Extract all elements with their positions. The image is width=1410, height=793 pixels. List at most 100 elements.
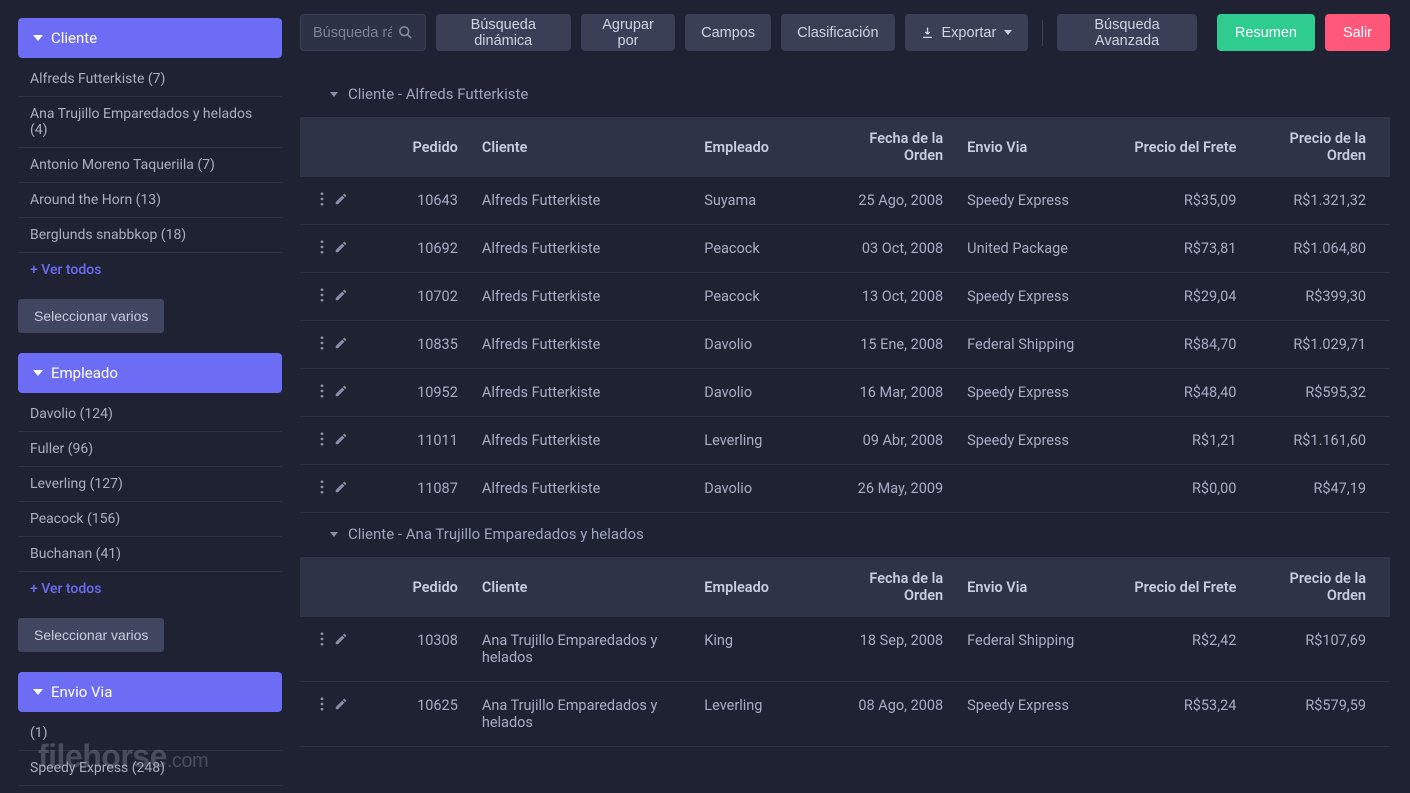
edit-icon[interactable] [334, 288, 348, 302]
group-label: Cliente - Ana Trujillo Emparedados y hel… [348, 525, 644, 543]
download-icon [921, 26, 934, 39]
col-fecha[interactable]: Fecha de la Orden [824, 557, 955, 617]
cell-frete: R$29,04 [1117, 273, 1248, 321]
col-cliente[interactable]: Cliente [470, 117, 692, 177]
table-row[interactable]: 10835 Alfreds Futterkiste Davolio 15 Ene… [300, 321, 1390, 369]
cell-orden: R$399,30 [1248, 273, 1390, 321]
filter-item[interactable]: Leverling (127) [18, 467, 282, 502]
group-by-button[interactable]: Agrupar por [581, 14, 675, 51]
main-content: Búsqueda dinámica Agrupar por Campos Cla… [300, 0, 1410, 793]
row-menu-icon[interactable] [320, 632, 324, 646]
filter-item[interactable]: Around the Horn (13) [18, 183, 282, 218]
col-empleado[interactable]: Empleado [692, 117, 823, 177]
exit-button[interactable]: Salir [1325, 14, 1390, 51]
table-row[interactable]: 10952 Alfreds Futterkiste Davolio 16 Mar… [300, 369, 1390, 417]
edit-icon[interactable] [334, 432, 348, 446]
dynamic-search-button[interactable]: Búsqueda dinámica [436, 14, 571, 51]
col-orden[interactable]: Precio de la Orden [1248, 557, 1390, 617]
col-cliente[interactable]: Cliente [470, 557, 692, 617]
export-label: Exportar [942, 25, 997, 41]
cell-empleado: Peacock [692, 273, 823, 321]
search-input[interactable] [313, 25, 392, 41]
row-menu-icon[interactable] [320, 240, 324, 254]
panel-title: Empleado [51, 364, 118, 382]
view-all-link[interactable]: + Ver todos [18, 253, 282, 287]
filter-item[interactable]: Buchanan (41) [18, 537, 282, 572]
filter-item[interactable]: Speedy Express (248) [18, 751, 282, 786]
col-empleado[interactable]: Empleado [692, 557, 823, 617]
table-row[interactable]: 11087 Alfreds Futterkiste Davolio 26 May… [300, 465, 1390, 513]
edit-icon[interactable] [334, 632, 348, 646]
cell-envio: Federal Shipping [955, 321, 1117, 369]
classification-button[interactable]: Clasificación [781, 14, 894, 51]
row-menu-icon[interactable] [320, 288, 324, 302]
row-menu-icon[interactable] [320, 336, 324, 350]
row-menu-icon[interactable] [320, 384, 324, 398]
edit-icon[interactable] [334, 697, 348, 711]
row-menu-icon[interactable] [320, 697, 324, 711]
col-orden[interactable]: Precio de la Orden [1248, 117, 1390, 177]
col-fecha[interactable]: Fecha de la Orden [824, 117, 955, 177]
filter-item[interactable]: Antonio Moreno Taqueriila (7) [18, 148, 282, 183]
col-pedido[interactable]: Pedido [369, 117, 470, 177]
filter-panel: Envio Via (1)Speedy Express (248)United … [18, 672, 282, 793]
edit-icon[interactable] [334, 336, 348, 350]
chevron-down-icon [330, 92, 338, 97]
toolbar: Búsqueda dinámica Agrupar por Campos Cla… [300, 14, 1390, 51]
cell-envio: Speedy Express [955, 273, 1117, 321]
col-envio[interactable]: Envio Via [955, 117, 1117, 177]
export-button[interactable]: Exportar [905, 14, 1029, 51]
fields-button[interactable]: Campos [685, 14, 771, 51]
filter-item[interactable]: Fuller (96) [18, 432, 282, 467]
edit-icon[interactable] [334, 480, 348, 494]
cell-envio: Speedy Express [955, 177, 1117, 225]
panel-header[interactable]: Cliente [18, 18, 282, 58]
edit-icon[interactable] [334, 384, 348, 398]
filter-item[interactable]: Berglunds snabbkop (18) [18, 218, 282, 253]
col-frete[interactable]: Precio del Frete [1117, 117, 1248, 177]
quick-search[interactable] [300, 14, 426, 51]
panel-header[interactable]: Empleado [18, 353, 282, 393]
cell-fecha: 25 Ago, 2008 [824, 177, 955, 225]
cell-envio: United Package [955, 225, 1117, 273]
filter-item[interactable]: Peacock (156) [18, 502, 282, 537]
cell-orden: R$1.321,32 [1248, 177, 1390, 225]
cell-frete: R$2,42 [1117, 617, 1248, 682]
view-all-link[interactable]: + Ver todos [18, 572, 282, 606]
cell-empleado: Suyama [692, 177, 823, 225]
col-envio[interactable]: Envio Via [955, 557, 1117, 617]
table-row[interactable]: 10308 Ana Trujillo Emparedados y helados… [300, 617, 1390, 682]
panel-header[interactable]: Envio Via [18, 672, 282, 712]
filter-item[interactable]: (1) [18, 716, 282, 751]
filter-panel: Empleado Davolio (124)Fuller (96)Leverlin… [18, 353, 282, 652]
edit-icon[interactable] [334, 240, 348, 254]
table-row[interactable]: 10625 Ana Trujillo Emparedados y helados… [300, 682, 1390, 747]
edit-icon[interactable] [334, 192, 348, 206]
col-pedido[interactable]: Pedido [369, 557, 470, 617]
cell-empleado: Davolio [692, 465, 823, 513]
filter-item[interactable]: United Package (326) [18, 786, 282, 793]
cell-envio: Speedy Express [955, 369, 1117, 417]
filter-item[interactable]: Alfreds Futterkiste (7) [18, 62, 282, 97]
summary-button[interactable]: Resumen [1217, 14, 1315, 51]
table-row[interactable]: 10643 Alfreds Futterkiste Suyama 25 Ago,… [300, 177, 1390, 225]
select-multiple-button[interactable]: Seleccionar varios [18, 299, 164, 333]
table-row[interactable]: 11011 Alfreds Futterkiste Leverling 09 A… [300, 417, 1390, 465]
select-multiple-button[interactable]: Seleccionar varios [18, 618, 164, 652]
table-row[interactable]: 10702 Alfreds Futterkiste Peacock 13 Oct… [300, 273, 1390, 321]
col-frete[interactable]: Precio del Frete [1117, 557, 1248, 617]
cell-fecha: 08 Ago, 2008 [824, 682, 955, 747]
cell-empleado: Leverling [692, 417, 823, 465]
cell-empleado: King [692, 617, 823, 682]
table-row[interactable]: 10692 Alfreds Futterkiste Peacock 03 Oct… [300, 225, 1390, 273]
row-menu-icon[interactable] [320, 432, 324, 446]
advanced-search-button[interactable]: Búsqueda Avanzada [1057, 14, 1197, 51]
group-header[interactable]: Cliente - Alfreds Futterkiste [300, 73, 1390, 117]
filter-item[interactable]: Ana Trujillo Emparedados y helados (4) [18, 97, 282, 148]
cell-pedido: 10835 [369, 321, 470, 369]
group-header[interactable]: Cliente - Ana Trujillo Emparedados y hel… [300, 513, 1390, 557]
row-menu-icon[interactable] [320, 192, 324, 206]
filter-item[interactable]: Davolio (124) [18, 397, 282, 432]
search-icon[interactable] [392, 19, 419, 46]
row-menu-icon[interactable] [320, 480, 324, 494]
